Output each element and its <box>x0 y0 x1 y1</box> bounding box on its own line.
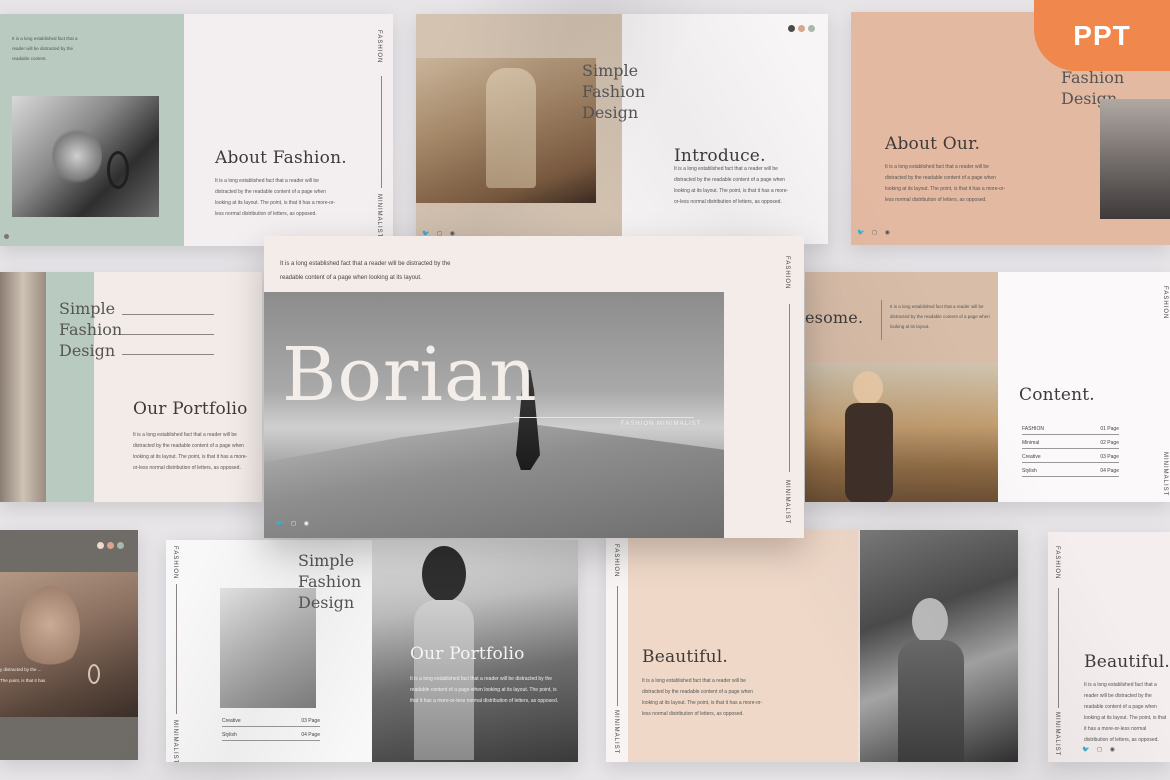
vertical-divider <box>176 584 177 714</box>
social-icons[interactable]: 🐦 ◻ ◉ <box>1082 746 1118 753</box>
portrait-photo <box>12 96 159 217</box>
fabric-photo <box>0 272 46 502</box>
minimalist-label: MINIMALIST <box>784 480 790 525</box>
dot-icon <box>4 234 9 239</box>
minimalist-label: MINIMALIST <box>172 720 178 762</box>
vertical-divider <box>789 304 790 472</box>
toc-row[interactable]: Stylish 04 Page <box>1022 468 1119 477</box>
stack-rule <box>122 314 214 315</box>
stack-title: Simple Fashion Design <box>298 551 362 612</box>
toc-row[interactable]: Creative 03 Page <box>1022 454 1119 463</box>
slide-body: It is a long established fact that a rea… <box>215 178 336 217</box>
hat-portrait-photo <box>1100 99 1170 219</box>
vertical-divider <box>617 586 618 706</box>
slide-title: Introduce. <box>674 146 766 166</box>
tree-portrait-photo <box>860 530 1018 762</box>
slide-title: Our Portfolio <box>410 644 525 664</box>
window-dots <box>788 19 818 37</box>
slide-body: It is a long established fact that a rea… <box>642 678 763 717</box>
minimalist-label: MINIMALIST <box>613 710 619 755</box>
slide-portrait-bottom[interactable]: y distracted by the ... The point, is th… <box>0 530 138 760</box>
slide-introduce[interactable]: Simple Fashion Design Introduce. It is a l… <box>416 14 828 244</box>
slide-title: Beautiful. <box>642 647 728 667</box>
slide-beautiful-mid[interactable]: FASHION MINIMALIST Beautiful. It is a lo… <box>606 530 1018 762</box>
slide-body: It is a long established fact that a rea… <box>133 432 248 471</box>
minimalist-label: MINIMALIST <box>376 194 382 239</box>
toc-row[interactable]: Creative 03 Page <box>222 718 320 727</box>
toc-row[interactable]: FASHION 01 Page <box>1022 426 1119 435</box>
stack-title: Simple Fashion Design <box>59 299 123 360</box>
ppt-badge: PPT <box>1034 0 1170 71</box>
ppt-badge-label: PPT <box>1073 19 1131 51</box>
fashion-label: FASHION <box>172 546 178 580</box>
slide-title: About Fashion. <box>215 148 347 168</box>
slide-title-partial: esome. <box>805 308 864 327</box>
suit-photo <box>416 58 596 203</box>
stack-rule <box>122 354 214 355</box>
slide-body: It is a long established fact that a rea… <box>410 676 559 704</box>
toc-row[interactable]: Minimal 02 Page <box>1022 440 1119 449</box>
slide-content[interactable]: esome. It is a long established fact tha… <box>805 272 1170 502</box>
fashion-label: FASHION <box>613 544 619 578</box>
intro-text: It is a long established fact that a rea… <box>12 36 78 61</box>
woman-portrait-photo <box>0 572 138 717</box>
main-intro-text: It is a long established fact that a rea… <box>280 261 451 281</box>
title-rule <box>514 417 694 418</box>
slide-beautiful-right[interactable]: FASHION MINIMALIST Beautiful. It is a lo… <box>1048 532 1170 762</box>
peach-panel <box>628 530 858 762</box>
content-title: Content. <box>1019 385 1095 405</box>
main-subtitle: FASHION MINIMALIST <box>621 421 702 427</box>
slide-title: About Our. <box>885 134 981 154</box>
slide-portfolio-bottom[interactable]: FASHION MINIMALIST Simple Fashion Design C… <box>166 540 578 762</box>
fashion-label: FASHION <box>1162 286 1168 320</box>
slide-portfolio-left[interactable]: Simple Fashion Design Our Portfolio It is … <box>0 272 262 502</box>
slide-title: Beautiful. <box>1084 652 1170 672</box>
slide-title: Our Portfolio <box>133 399 248 419</box>
toc-row[interactable]: Stylish 04 Page <box>222 732 320 741</box>
slide-main-borian[interactable]: It is a long established fact that a rea… <box>264 236 804 538</box>
side-text: It is a long established fact that a rea… <box>890 304 990 329</box>
social-icons[interactable]: 🐦 ◻ ◉ <box>857 229 893 236</box>
slide-body: It is a long established fact that a rea… <box>885 164 1006 203</box>
vertical-divider <box>381 76 382 188</box>
vertical-divider <box>881 300 882 340</box>
vertical-divider <box>1058 588 1059 708</box>
social-icons[interactable]: 🐦 ◻ ◉ <box>276 520 312 527</box>
field-photo <box>805 363 998 502</box>
minimalist-label: MINIMALIST <box>1054 712 1060 757</box>
main-title: Borian <box>282 332 538 418</box>
slide-about-fashion[interactable]: It is a long established fact that a rea… <box>0 14 393 246</box>
slide-body-partial: y distracted by the ... The point, is th… <box>0 667 46 683</box>
slide-body: It is a long established fact that a rea… <box>674 166 789 205</box>
fashion-label: FASHION <box>376 30 382 64</box>
fashion-label: FASHION <box>1054 546 1060 580</box>
fashion-label: FASHION <box>784 256 790 290</box>
stack-title: Simple Fashion Design <box>582 61 646 122</box>
window-dots <box>97 536 127 554</box>
stack-rule <box>122 334 214 335</box>
minimalist-label: MINIMALIST <box>1162 452 1168 497</box>
slide-body: It is a long established fact that a rea… <box>1084 682 1167 743</box>
